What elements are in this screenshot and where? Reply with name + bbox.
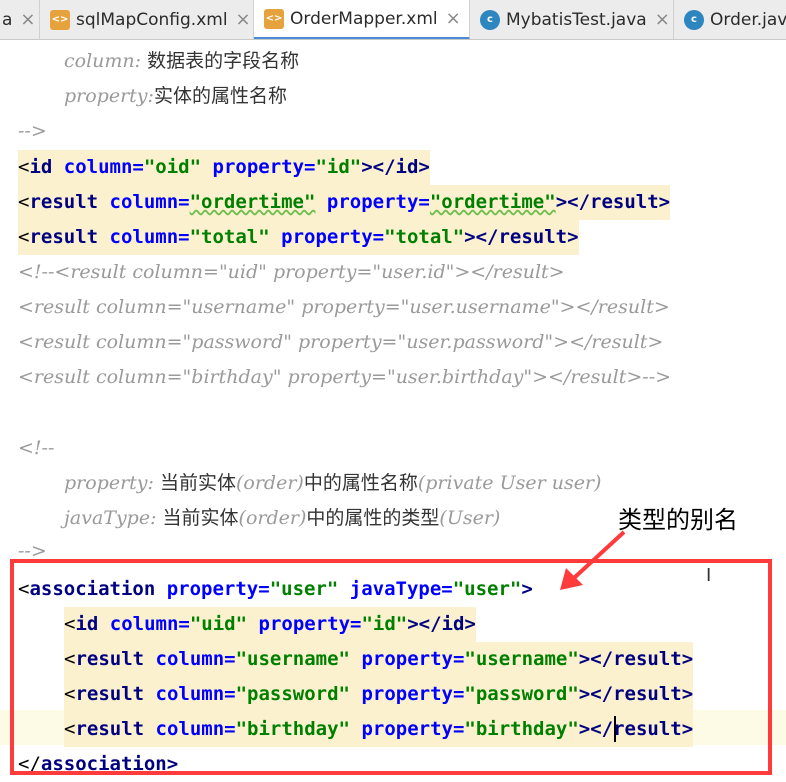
- annotation-arrow-icon: [560, 530, 626, 590]
